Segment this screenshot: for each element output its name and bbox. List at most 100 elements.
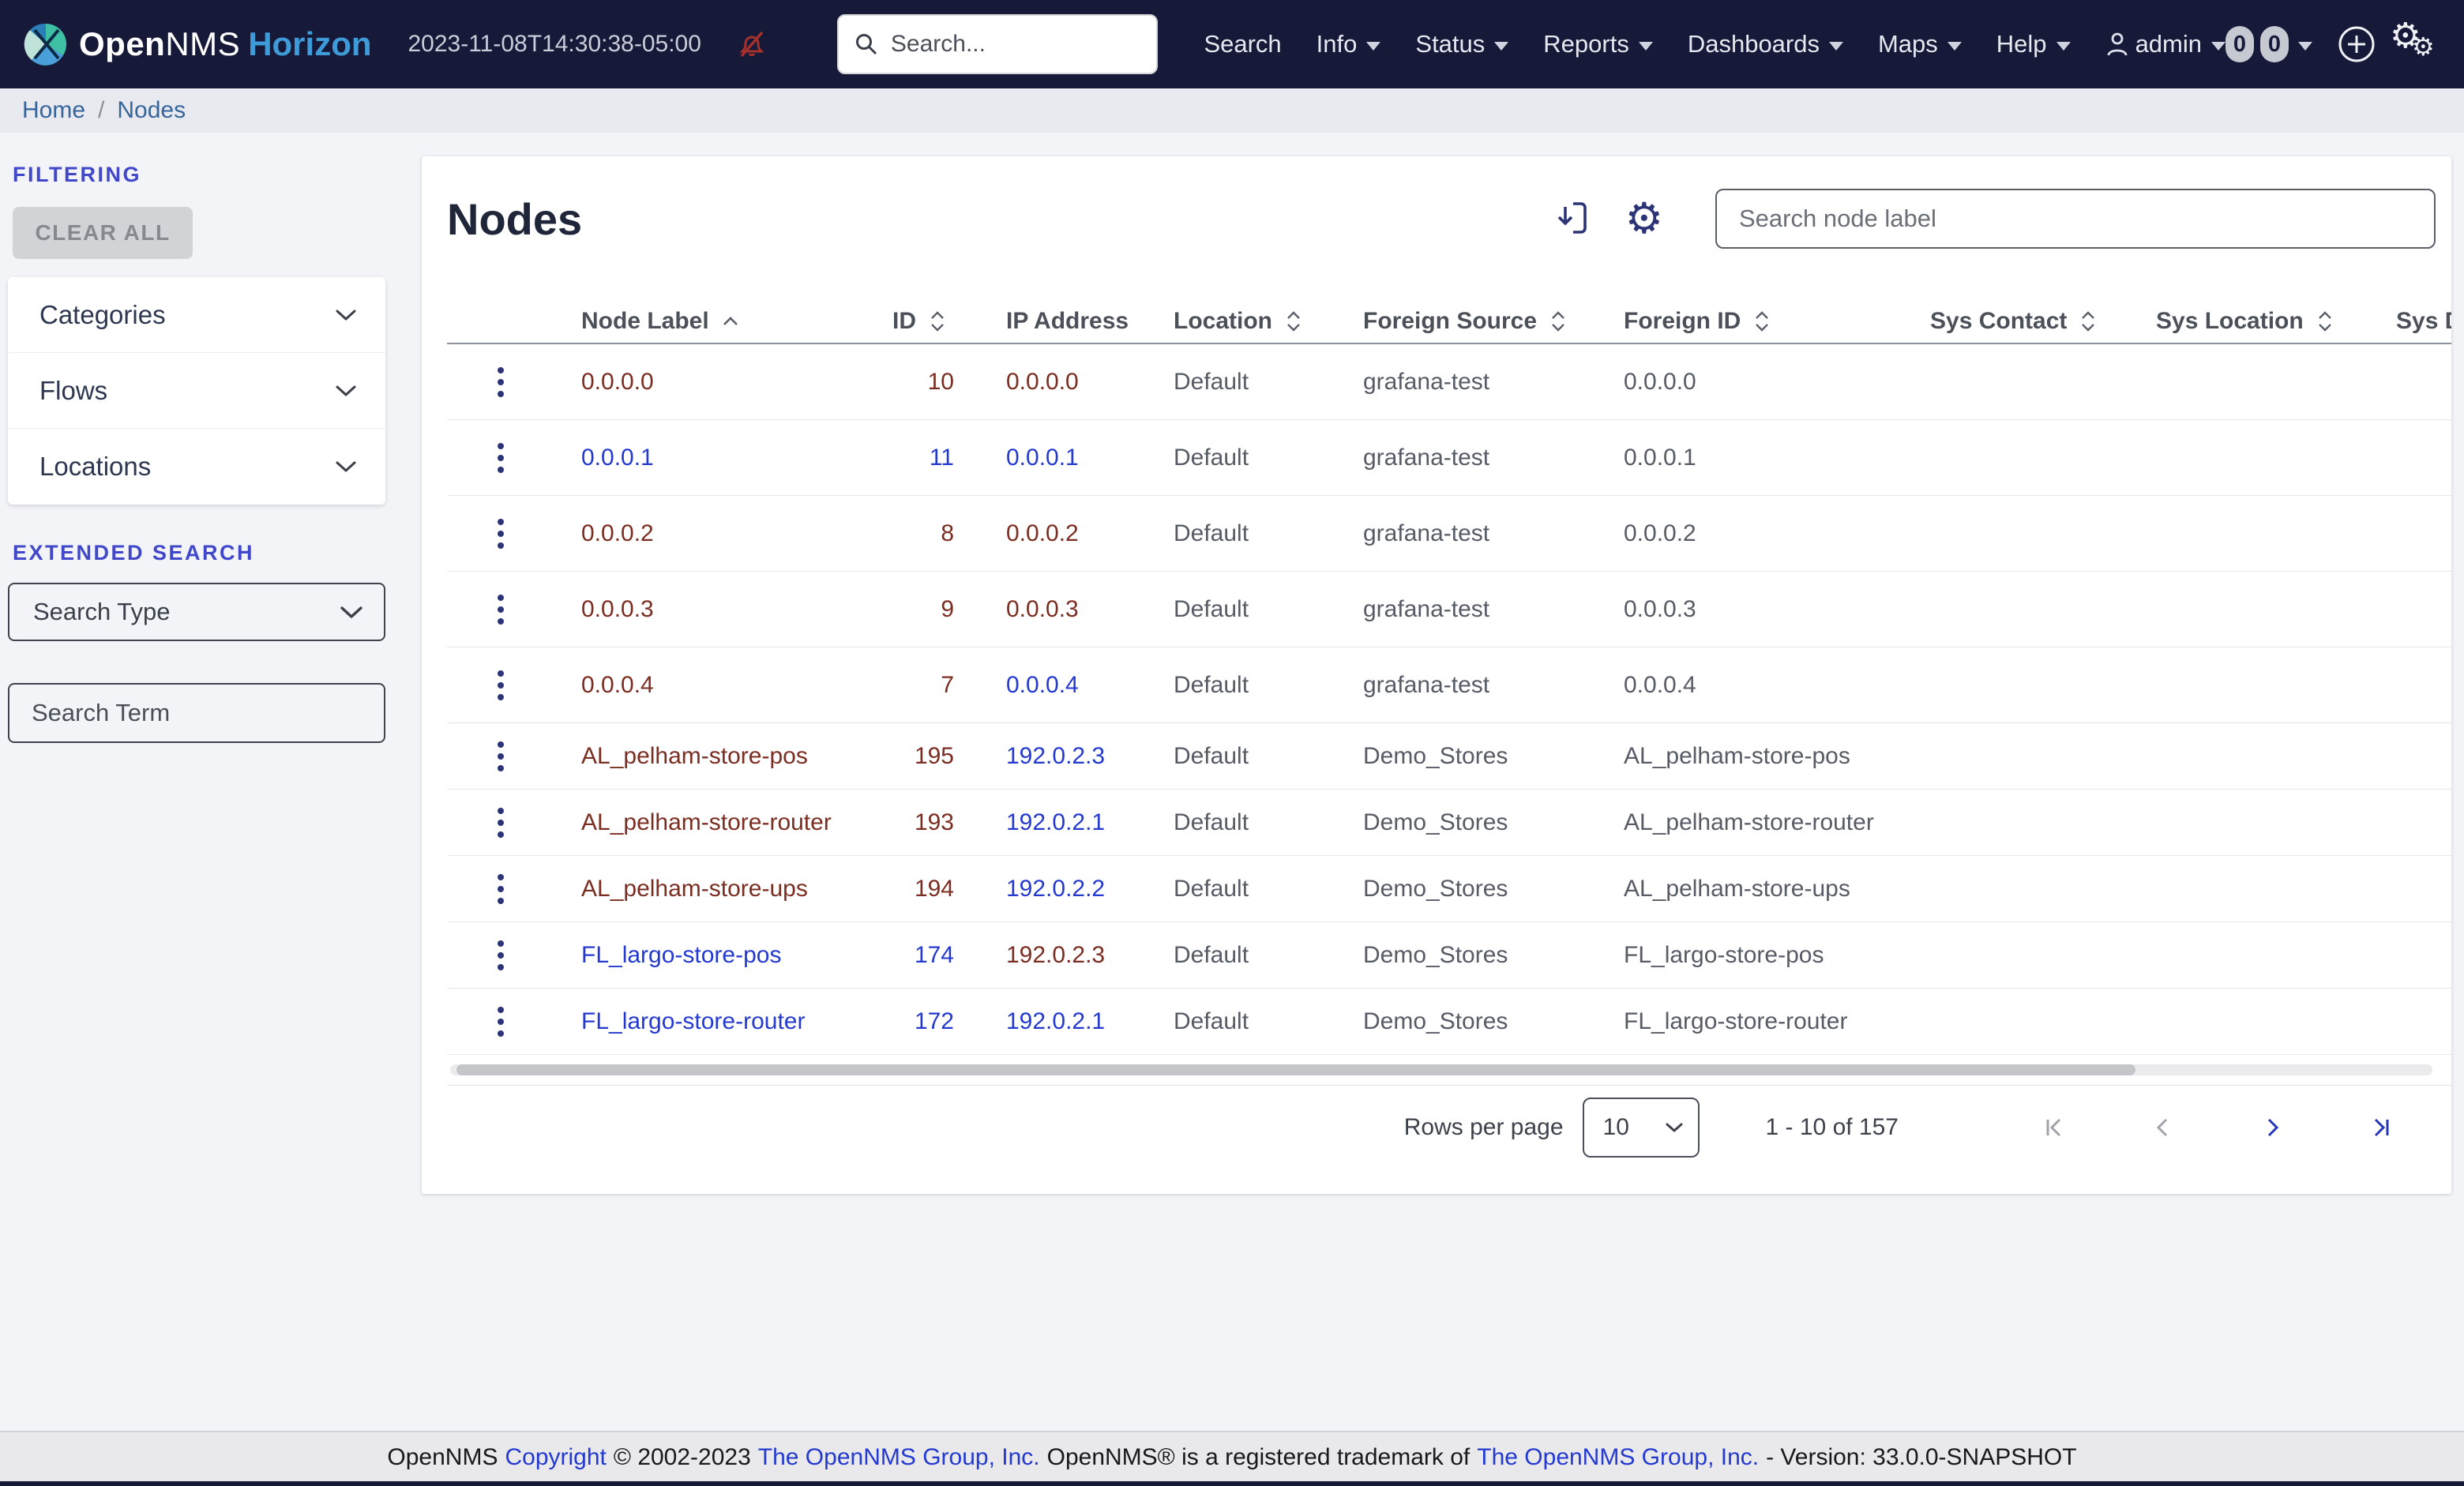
pagination-bar: Rows per page 10 1 - 10 of 157 — [447, 1085, 2451, 1169]
caret-down-icon — [1366, 42, 1381, 51]
kebab-menu-icon[interactable] — [486, 664, 516, 707]
kebab-menu-icon[interactable] — [486, 437, 516, 479]
gear-icon[interactable]: ⚙ — [1625, 197, 1663, 240]
search-type-select[interactable]: Search Type — [8, 583, 385, 641]
notification-badges[interactable]: 00 — [2225, 26, 2312, 62]
node-label-link[interactable]: 0.0.0.2 — [581, 520, 654, 546]
node-label-link[interactable]: FL_largo-store-router — [581, 1008, 805, 1034]
node-id-link[interactable]: 8 — [941, 520, 954, 546]
node-id-link[interactable]: 174 — [915, 942, 954, 968]
table-row: 0.0.0.1 11 0.0.0.1 Default grafana-test 0.0.0… — [447, 420, 2451, 496]
copyright-link[interactable]: Copyright — [505, 1444, 606, 1471]
node-id-link[interactable]: 10 — [928, 369, 954, 395]
kebab-menu-icon[interactable] — [486, 735, 516, 778]
node-ip-link[interactable]: 0.0.0.2 — [1006, 520, 1079, 546]
nav-item-maps[interactable]: Maps — [1878, 30, 1962, 58]
nav-item-reports[interactable]: Reports — [1543, 30, 1653, 58]
opennms-group-link[interactable]: The OpenNMS Group, Inc. — [1477, 1444, 1759, 1471]
node-id-link[interactable]: 194 — [915, 876, 954, 902]
kebab-menu-icon[interactable] — [486, 801, 516, 844]
node-ip-link[interactable]: 192.0.2.1 — [1006, 1008, 1105, 1034]
node-label-link[interactable]: 0.0.0.0 — [581, 369, 654, 395]
node-ip-link[interactable]: 0.0.0.3 — [1006, 596, 1079, 622]
node-label-link[interactable]: 0.0.0.1 — [581, 445, 654, 471]
global-search[interactable] — [836, 14, 1159, 74]
kebab-menu-icon[interactable] — [486, 588, 516, 631]
nav-item-info[interactable]: Info — [1317, 30, 1381, 58]
accordion-item-flows[interactable]: Flows — [8, 353, 385, 429]
accordion-item-categories[interactable]: Categories — [8, 277, 385, 353]
node-id-link[interactable]: 193 — [915, 809, 954, 835]
notifications-off-icon[interactable] — [736, 29, 768, 59]
node-label-link[interactable]: 0.0.0.4 — [581, 672, 654, 698]
next-page-icon[interactable] — [2259, 1114, 2286, 1141]
node-id-link[interactable]: 9 — [941, 596, 954, 622]
first-page-icon[interactable] — [2041, 1114, 2068, 1141]
horizontal-scrollbar-thumb[interactable] — [456, 1064, 2135, 1075]
node-ip-link[interactable]: 0.0.0.1 — [1006, 445, 1079, 471]
nav-item-dashboards[interactable]: Dashboards — [1688, 30, 1843, 58]
foreign-source-cell: grafana-test — [1363, 520, 1490, 546]
kebab-menu-icon[interactable] — [486, 1000, 516, 1043]
column-header-sys-contact[interactable]: Sys Contact — [1884, 308, 2110, 335]
opennms-group-link[interactable]: The OpenNMS Group, Inc. — [758, 1444, 1040, 1471]
chevron-down-icon — [1666, 1123, 1683, 1131]
column-header-location[interactable]: Location — [1128, 308, 1317, 335]
accordion-item-locations[interactable]: Locations — [8, 429, 385, 505]
last-page-icon[interactable] — [2368, 1114, 2395, 1141]
node-id-link[interactable]: 172 — [915, 1008, 954, 1034]
caret-down-icon — [1828, 42, 1843, 51]
foreign-source-cell: Demo_Stores — [1363, 875, 1508, 902]
page-size-select[interactable]: 10 — [1582, 1097, 1700, 1158]
plus-circle-icon[interactable] — [2336, 24, 2377, 65]
column-header-node-label[interactable]: Node Label — [554, 308, 850, 335]
node-id-link[interactable]: 195 — [915, 743, 954, 769]
node-label-link[interactable]: 0.0.0.3 — [581, 596, 654, 622]
node-ip-link[interactable]: 192.0.2.3 — [1006, 942, 1105, 968]
caret-down-icon — [2211, 42, 2225, 51]
search-term-input[interactable] — [8, 683, 385, 743]
bottom-strip — [0, 1481, 2464, 1486]
gears-icon[interactable]: ⚙ ⚙ — [2390, 17, 2440, 68]
clear-all-button[interactable]: CLEAR ALL — [13, 207, 193, 259]
breadcrumb-home-link[interactable]: Home — [22, 97, 85, 124]
node-ip-link[interactable]: 0.0.0.4 — [1006, 672, 1079, 698]
table-row: AL_pelham-store-pos 195 192.0.2.3 Default De… — [447, 723, 2451, 790]
nav-item-help[interactable]: Help — [1996, 30, 2071, 58]
sort-icon — [1285, 310, 1302, 333]
foreign-source-cell: grafana-test — [1363, 671, 1490, 698]
node-label-link[interactable]: AL_pelham-store-pos — [581, 743, 808, 769]
node-ip-link[interactable]: 192.0.2.2 — [1006, 876, 1105, 902]
node-ip-link[interactable]: 0.0.0.0 — [1006, 369, 1079, 395]
node-ip-link[interactable]: 192.0.2.1 — [1006, 809, 1105, 835]
table-row: AL_pelham-store-ups 194 192.0.2.2 Default De… — [447, 856, 2451, 922]
column-header-foreign-source[interactable]: Foreign Source — [1317, 308, 1578, 335]
node-label-link[interactable]: AL_pelham-store-router — [581, 809, 832, 835]
kebab-menu-icon[interactable] — [486, 361, 516, 403]
global-search-input[interactable] — [890, 31, 1141, 58]
nav-item-search[interactable]: Search — [1204, 30, 1281, 58]
column-header-sys-location[interactable]: Sys Location — [2110, 308, 2350, 335]
kebab-menu-icon[interactable] — [486, 934, 516, 977]
extended-search-heading: EXTENDED SEARCH — [13, 541, 255, 565]
node-ip-link[interactable]: 192.0.2.3 — [1006, 743, 1105, 769]
column-header-id[interactable]: ID — [850, 308, 960, 335]
breadcrumb-current-link[interactable]: Nodes — [117, 97, 186, 124]
node-label-link[interactable]: AL_pelham-store-ups — [581, 876, 808, 902]
notification-badge-1[interactable]: 0 — [2260, 26, 2289, 62]
export-icon[interactable] — [1556, 199, 1591, 238]
node-id-link[interactable]: 7 — [941, 672, 954, 698]
node-label-search-input[interactable] — [1715, 189, 2436, 249]
nav-item-admin[interactable]: admin — [2105, 30, 2225, 58]
notification-badge-0[interactable]: 0 — [2225, 26, 2254, 62]
prev-page-icon[interactable] — [2150, 1114, 2177, 1141]
node-label-link[interactable]: FL_largo-store-pos — [581, 942, 781, 968]
kebab-menu-icon[interactable] — [486, 512, 516, 555]
opennms-logo[interactable]: OpenNMS Horizon — [24, 22, 372, 66]
nav-item-status[interactable]: Status — [1415, 30, 1509, 58]
column-header-foreign-id[interactable]: Foreign ID — [1578, 308, 1884, 335]
opennms-logo-icon — [24, 23, 67, 66]
navbar-menu: Search Info Status Reports Dashboards Maps Hel… — [1204, 30, 2071, 58]
node-id-link[interactable]: 11 — [930, 445, 954, 471]
kebab-menu-icon[interactable] — [486, 868, 516, 910]
